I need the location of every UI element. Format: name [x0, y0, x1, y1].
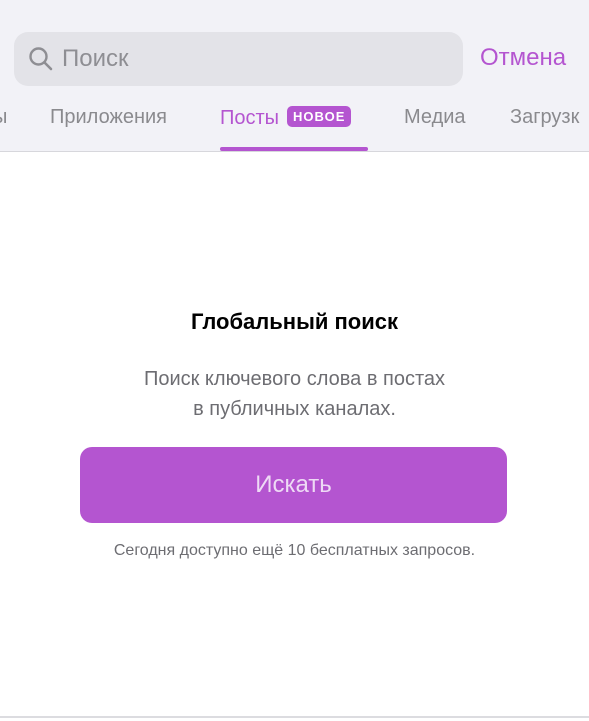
tab-bar: ы Приложения Посты НОВОЕ Медиа Загрузк — [0, 100, 589, 152]
tab-posts-label: Посты — [220, 107, 280, 129]
tab-partial-left[interactable]: ы — [0, 106, 7, 129]
description-line-1: Поиск ключевого слова в постах — [143, 368, 446, 390]
search-icon — [28, 46, 54, 72]
page-title: Глобальный поиск — [190, 309, 399, 334]
tab-apps[interactable]: Приложения — [50, 106, 167, 129]
new-badge: НОВОЕ — [287, 106, 352, 127]
tab-media[interactable]: Медиа — [404, 106, 466, 129]
tab-posts[interactable]: Посты НОВОЕ — [220, 106, 352, 130]
active-tab-indicator — [220, 147, 368, 151]
search-field[interactable] — [14, 32, 463, 86]
search-button[interactable]: Искать — [80, 447, 507, 523]
description: Поиск ключевого слова в постах в публичн… — [0, 364, 589, 424]
search-input[interactable] — [62, 45, 432, 73]
bottom-divider — [0, 716, 589, 718]
tab-downloads[interactable]: Загрузк — [510, 106, 579, 129]
search-header: Отмена ы Приложения Посты НОВОЕ Медиа Заг… — [0, 0, 589, 152]
free-requests-note: Сегодня доступно ещё 10 бесплатных запро… — [113, 542, 476, 559]
description-line-2: в публичных каналах. — [193, 398, 396, 420]
cancel-button[interactable]: Отмена — [480, 44, 566, 72]
